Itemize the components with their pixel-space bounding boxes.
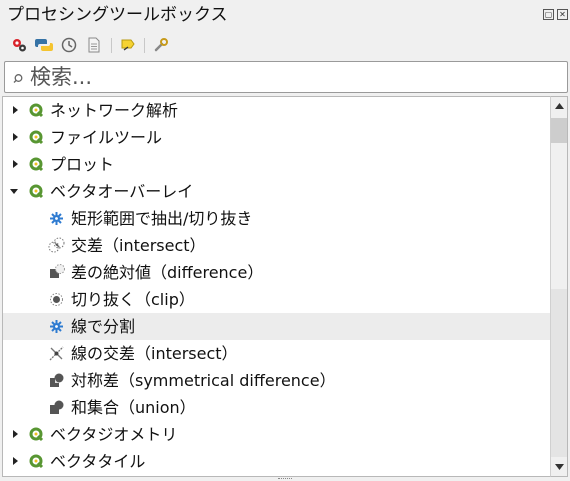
options-button[interactable] [151, 35, 171, 55]
algorithm-item[interactable]: 対称差（symmetrical difference） [3, 367, 550, 394]
edit-features-in-place-button[interactable] [118, 35, 138, 55]
toolbar-separator [111, 38, 112, 53]
qgis-icon [29, 157, 44, 172]
algorithm-label: 差の絶対値（difference） [71, 263, 264, 282]
expand-arrow-icon[interactable] [10, 159, 20, 169]
tree-group[interactable]: ファイルツール [3, 124, 550, 151]
chevron-down-icon [555, 463, 564, 470]
algorithm-label: 矩形範囲で抽出/切り抜き [71, 209, 253, 228]
tree-scrollbar[interactable] [550, 96, 568, 477]
close-panel-button[interactable]: ✕ [557, 9, 568, 20]
algorithm-label: 線で分割 [71, 317, 136, 336]
tree-group[interactable]: ベクタジオメトリ [3, 421, 550, 448]
tree-group[interactable]: ネットワーク解析 [3, 97, 550, 124]
qgis-icon [29, 184, 44, 199]
history-button[interactable] [59, 35, 79, 55]
tree-group[interactable]: ベクタタイル [3, 448, 550, 475]
tree-group-label: ベクタオーバーレイ [50, 182, 194, 201]
gear-icon [50, 320, 63, 333]
chevron-up-icon [555, 102, 564, 109]
qgis-icon [29, 103, 44, 118]
symmetrical-difference-icon [50, 373, 64, 387]
toolbar-separator [144, 38, 145, 53]
difference-icon [50, 264, 65, 278]
search-input[interactable] [30, 64, 550, 90]
expand-arrow-icon[interactable] [10, 105, 20, 115]
tree-group[interactable]: プロット [3, 151, 550, 178]
edit-features-in-place-icon [121, 39, 135, 51]
algorithm-label: 対称差（symmetrical difference） [71, 371, 336, 390]
search-box[interactable] [4, 61, 568, 93]
algorithm-item-selected[interactable]: 線で分割 [3, 313, 550, 340]
qgis-icon [29, 130, 44, 145]
scroll-down-button[interactable] [554, 461, 565, 472]
float-panel-button[interactable]: ▢ [543, 9, 554, 20]
panel-titlebar: プロセシングツールボックス ▢ ✕ [0, 0, 570, 30]
algorithm-item[interactable]: 線の交差（intersect） [3, 340, 550, 367]
expand-arrow-icon[interactable] [10, 132, 20, 142]
algorithm-item[interactable]: 交差（intersect） [3, 232, 550, 259]
qgis-icon [29, 454, 44, 469]
tree-group-label: ファイルツール [50, 128, 163, 147]
models-button[interactable] [9, 35, 29, 55]
panel-title: プロセシングツールボックス [7, 5, 228, 25]
algorithm-item[interactable]: 矩形範囲で抽出/切り抜き [3, 205, 550, 232]
algorithm-item[interactable]: 差の絶対値（difference） [3, 259, 550, 286]
tree-group-expanded[interactable]: ベクタオーバーレイ [3, 178, 550, 205]
python-scripts-button[interactable] [34, 35, 54, 55]
models-icon [13, 39, 26, 52]
line-intersections-icon [49, 346, 64, 361]
algorithm-label: 線の交差（intersect） [71, 344, 238, 363]
tree-group-label: ベクタタイル [50, 452, 146, 471]
results-viewer-icon [88, 37, 100, 53]
scrollbar-track[interactable] [551, 143, 567, 289]
collapse-arrow-icon[interactable] [9, 186, 19, 196]
scrollbar-thumb[interactable] [551, 118, 567, 143]
history-icon [61, 37, 77, 53]
toolbox-toolbar [0, 32, 570, 58]
qgis-icon [29, 427, 44, 442]
scroll-up-button[interactable] [554, 100, 565, 111]
options-wrench-icon [154, 38, 168, 52]
search-icon [13, 74, 23, 83]
scrollbar-track[interactable] [551, 289, 567, 457]
algorithm-label: 切り抜く（clip） [71, 290, 195, 309]
union-icon [50, 400, 64, 414]
algorithm-item[interactable]: 切り抜く（clip） [3, 286, 550, 313]
algorithm-label: 和集合（union） [71, 398, 196, 417]
algorithm-tree: ネットワーク解析 ファイルツール プロット ベクタオーバーレイ 矩形範囲で抽出/… [2, 96, 550, 477]
algorithm-label: 交差（intersect） [71, 236, 206, 255]
expand-arrow-icon[interactable] [10, 456, 20, 466]
python-scripts-icon [35, 39, 53, 51]
results-viewer-button[interactable] [84, 35, 104, 55]
algorithm-item[interactable]: 和集合（union） [3, 394, 550, 421]
intersect-icon [48, 237, 65, 253]
expand-arrow-icon[interactable] [10, 429, 20, 439]
gear-icon [50, 212, 63, 225]
clip-icon [50, 293, 63, 306]
tree-group-label: ベクタジオメトリ [50, 425, 178, 444]
tree-group-label: プロット [50, 155, 115, 174]
tree-group-label: ネットワーク解析 [50, 101, 179, 120]
